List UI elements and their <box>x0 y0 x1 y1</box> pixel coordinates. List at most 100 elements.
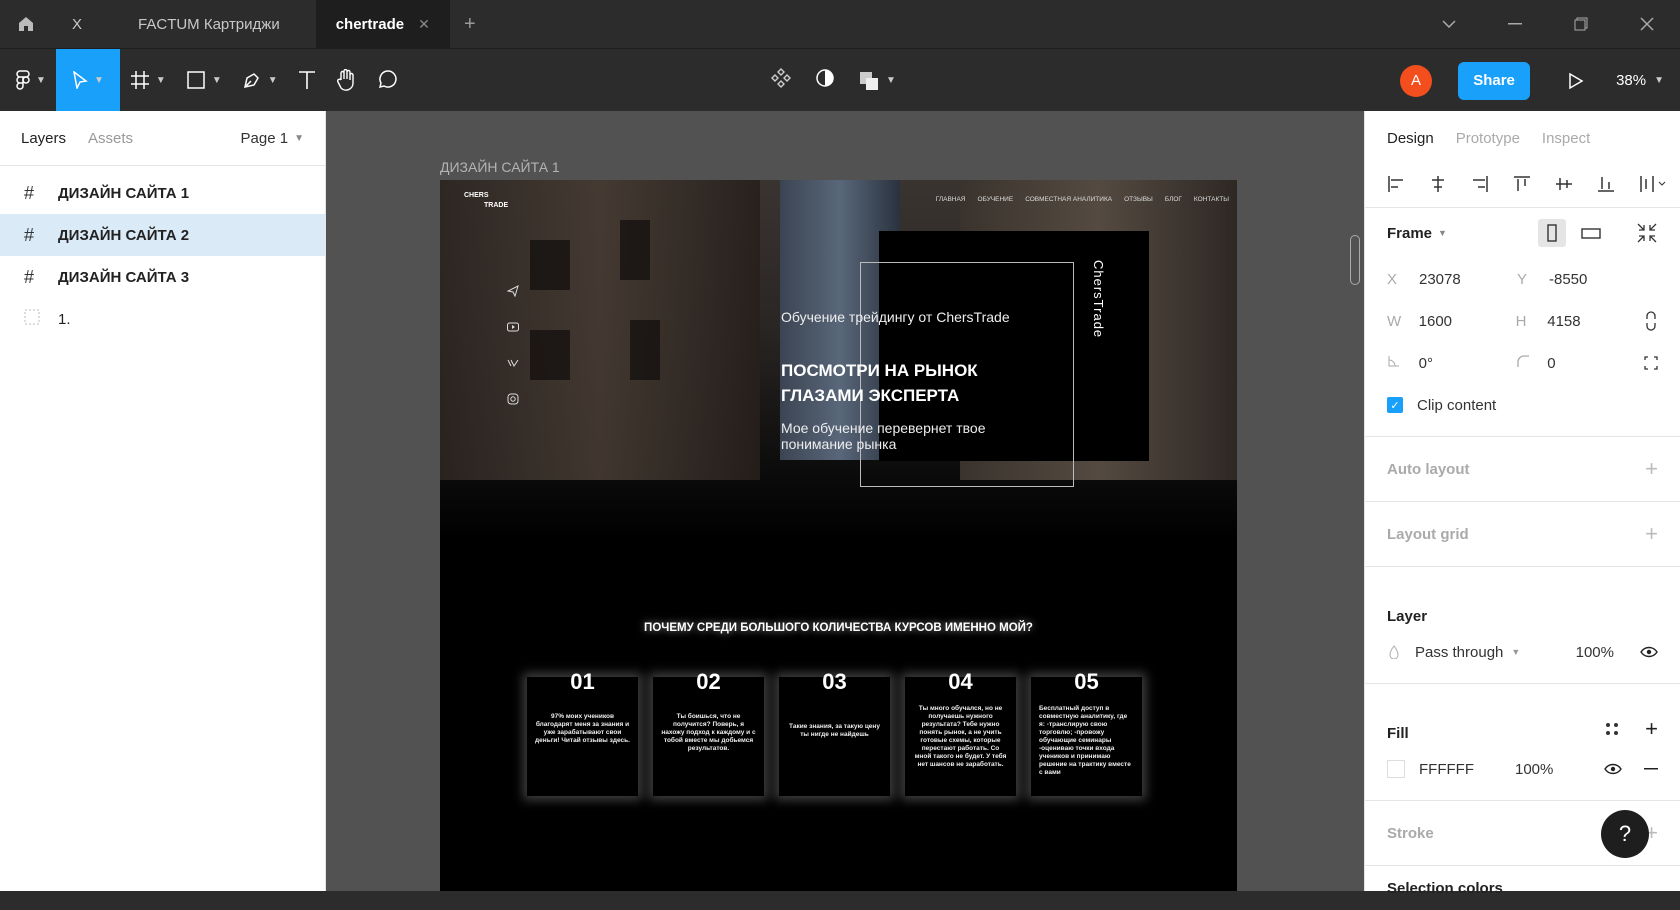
site-logo: CHERS TRADE <box>464 191 508 211</box>
fill-color-swatch[interactable] <box>1387 760 1405 778</box>
tab-design[interactable]: Design <box>1387 130 1434 147</box>
minimize-icon[interactable] <box>1482 0 1548 48</box>
portrait-icon[interactable] <box>1538 219 1566 247</box>
landscape-icon[interactable] <box>1580 226 1602 240</box>
contrast-icon[interactable] <box>814 67 836 94</box>
avatar[interactable]: A <box>1400 64 1433 97</box>
align-center-vertical-icon[interactable] <box>1555 175 1573 193</box>
align-top-icon[interactable] <box>1513 175 1531 193</box>
eye-icon[interactable] <box>1604 763 1622 775</box>
layer-item-selected[interactable]: # ДИЗАЙН САЙТА 2 <box>0 214 325 256</box>
layer-title: Layer <box>1387 608 1428 625</box>
home-icon[interactable] <box>0 0 52 48</box>
share-button[interactable]: Share <box>1458 61 1531 100</box>
canvas[interactable]: ДИЗАЙН САЙТА 1 CHERS TRADE ГЛАВНАЯ ОБУЧЕ… <box>326 111 1364 891</box>
frame-label[interactable]: ДИЗАЙН САЙТА 1 <box>440 159 560 175</box>
add-icon[interactable]: + <box>1645 456 1658 482</box>
nav-item: ОБУЧЕНИЕ <box>977 196 1014 203</box>
auto-layout-title: Auto layout <box>1387 460 1470 478</box>
layer-item[interactable]: # ДИЗАЙН САЙТА 3 <box>0 256 325 298</box>
hand-icon <box>336 69 354 91</box>
tab-chertrade[interactable]: chertrade ✕ <box>315 0 450 48</box>
x-input[interactable]: 23078 <box>1419 271 1517 288</box>
vertical-brand-text: ChersTrade <box>1091 260 1106 339</box>
auto-layout-section: Auto layout + <box>1365 437 1680 502</box>
frame-icon: # <box>24 266 35 287</box>
distribute-icon[interactable] <box>1639 175 1667 193</box>
tab-x[interactable]: X <box>52 0 102 48</box>
independent-corners-icon[interactable] <box>1644 356 1658 370</box>
card-text: Ты боишься, что не получится? Поверь, я … <box>661 713 756 752</box>
chevron-down-icon: ▼ <box>93 74 104 86</box>
add-icon[interactable]: + <box>1645 521 1658 547</box>
radius-input[interactable]: 0 <box>1547 355 1644 372</box>
layer-item[interactable]: 1. <box>0 298 325 340</box>
align-center-horizontal-icon[interactable] <box>1429 175 1447 193</box>
clip-content-checkbox[interactable]: ✓ <box>1387 397 1403 413</box>
close-tab-icon[interactable]: ✕ <box>418 16 430 33</box>
styles-icon[interactable] <box>1605 722 1619 736</box>
zoom-dropdown[interactable]: 38% ▼ <box>1616 72 1664 89</box>
resize-to-fit-icon[interactable] <box>1636 222 1658 244</box>
nav-item: ОТЗЫВЫ <box>1124 196 1153 203</box>
align-bottom-icon[interactable] <box>1597 175 1615 193</box>
height-input[interactable]: 4158 <box>1547 313 1644 330</box>
chevron-down-icon[interactable] <box>1416 0 1482 48</box>
chevron-down-icon: ▼ <box>1511 647 1521 657</box>
vertical-scrollbar[interactable] <box>1350 235 1360 285</box>
align-left-icon[interactable] <box>1387 175 1405 193</box>
restore-icon[interactable] <box>1548 0 1614 48</box>
pen-tool-button[interactable]: ▼ <box>232 49 288 112</box>
layout-grid-title: Layout grid <box>1387 525 1469 543</box>
tab-prototype[interactable]: Prototype <box>1456 130 1520 147</box>
frame-type-dropdown[interactable]: Frame ▼ <box>1387 225 1447 242</box>
present-play-icon[interactable] <box>1558 72 1594 90</box>
help-button[interactable]: ? <box>1601 810 1649 858</box>
shape-tool-button[interactable]: ▼ <box>176 49 232 112</box>
layout-grid-section: Layout grid + <box>1365 502 1680 567</box>
fill-section: Fill + FFFFFF 100% <box>1365 684 1680 801</box>
design-frame[interactable]: CHERS TRADE ГЛАВНАЯ ОБУЧЕНИЕ СОВМЕСТНАЯ … <box>440 180 1237 891</box>
layer-opacity-input[interactable]: 100% <box>1576 644 1614 661</box>
align-right-icon[interactable] <box>1471 175 1489 193</box>
frame-tool-button[interactable]: ▼ <box>120 49 176 112</box>
tab-layers[interactable]: Layers <box>21 130 66 147</box>
new-tab-icon[interactable]: + <box>450 0 490 48</box>
y-input[interactable]: -8550 <box>1549 271 1647 288</box>
constrain-proportions-icon[interactable] <box>1644 311 1658 331</box>
main-menu-button[interactable]: ▼ <box>0 49 56 112</box>
fill-opacity-input[interactable]: 100% <box>1515 761 1553 778</box>
width-input[interactable]: 1600 <box>1419 313 1516 330</box>
frame-icon <box>130 71 149 89</box>
youtube-icon <box>506 320 520 334</box>
remove-fill-icon[interactable] <box>1644 768 1658 770</box>
page-selector[interactable]: Page 1 ▼ <box>241 130 304 147</box>
pen-icon <box>243 73 259 88</box>
chevron-down-icon: ▼ <box>1654 75 1664 86</box>
tab-assets[interactable]: Assets <box>88 130 133 147</box>
move-tool-button[interactable]: ▼ <box>55 48 120 112</box>
window-shape <box>620 220 650 280</box>
close-window-icon[interactable] <box>1614 0 1680 48</box>
feature-cards: 01 97% моих учеников благодарят меня за … <box>527 669 1142 796</box>
window-shape <box>630 320 660 380</box>
layer-item[interactable]: # ДИЗАЙН САЙТА 1 <box>0 172 325 214</box>
add-fill-icon[interactable]: + <box>1645 716 1658 742</box>
rotation-input[interactable]: 0° <box>1419 355 1516 372</box>
tab-label: FACTUM Картриджи <box>138 15 280 33</box>
blend-mode-dropdown[interactable]: Pass through <box>1415 644 1503 661</box>
fill-hex-input[interactable]: FFFFFF <box>1419 761 1515 778</box>
building-image <box>440 180 760 480</box>
boolean-ops-button[interactable]: ▼ <box>858 70 896 92</box>
hand-tool-button[interactable] <box>326 49 366 112</box>
card-text: 97% моих учеников благодарят меня за зна… <box>535 713 630 744</box>
tab-factum[interactable]: FACTUM Картриджи <box>102 0 316 48</box>
chevron-down-icon: ▼ <box>155 74 166 86</box>
comment-tool-button[interactable] <box>366 49 408 112</box>
text-tool-button[interactable] <box>288 49 326 112</box>
components-icon[interactable] <box>770 67 792 94</box>
vk-icon <box>506 356 520 370</box>
y-label: Y <box>1517 270 1528 288</box>
tab-inspect[interactable]: Inspect <box>1542 130 1590 147</box>
eye-icon[interactable] <box>1640 646 1658 658</box>
